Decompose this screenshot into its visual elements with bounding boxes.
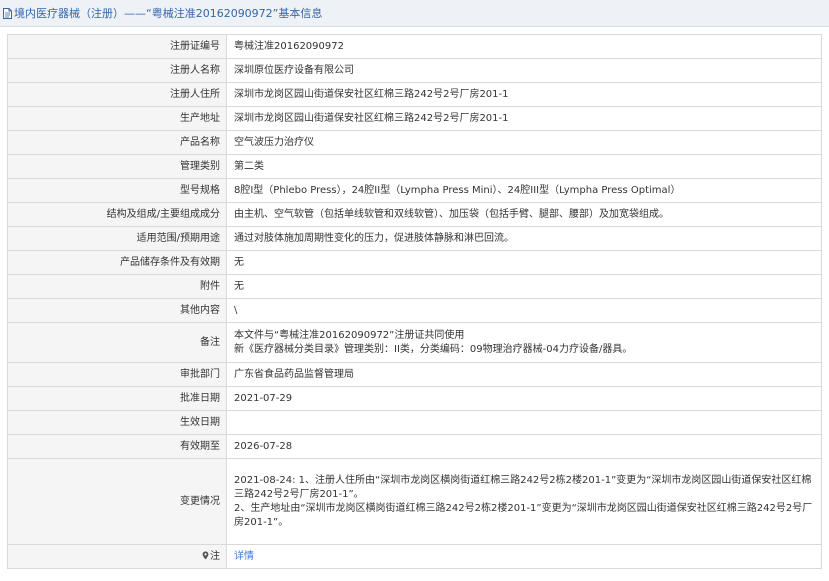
field-label: 生效日期 <box>7 410 227 435</box>
table-row: 生效日期 <box>7 410 822 435</box>
field-value-product-name: 空气波压力治疗仪 <box>226 130 822 155</box>
field-label: 附件 <box>7 274 227 299</box>
table-row: 变更情况 2021-08-24: 1、注册人住所由“深圳市龙岗区横岗街道红棉三路… <box>7 458 822 545</box>
location-pin-icon <box>202 551 209 560</box>
field-value-approval-date: 2021-07-29 <box>226 386 822 411</box>
change-entry: 2021-08-24: 1、注册人住所由“深圳市龙岗区横岗街道红棉三路242号2… <box>234 474 812 500</box>
page: 境内医疗器械（注册）——“粤械注准20162090972”基本信息 注册证编号 … <box>0 0 829 581</box>
table-row: 有效期至 2026-07-28 <box>7 434 822 459</box>
field-label: 产品储存条件及有效期 <box>7 250 227 275</box>
field-label: 有效期至 <box>7 434 227 459</box>
table-row: 产品储存条件及有效期 无 <box>7 250 822 275</box>
field-label: 变更情况 <box>7 458 227 545</box>
field-label: 适用范围/预期用途 <box>7 226 227 251</box>
detail-label-cell: 注 <box>7 544 227 569</box>
table-row: 附件 无 <box>7 274 822 299</box>
field-value-effective-date <box>226 410 822 435</box>
page-title: 境内医疗器械（注册）——“粤械注准20162090972”基本信息 <box>14 7 323 20</box>
field-label: 注册人名称 <box>7 58 227 83</box>
field-value-production-address: 深圳市龙岗区园山街道保安社区红棉三路242号2号厂房201-1 <box>226 106 822 131</box>
remarks-line: 新《医疗器械分类目录》管理类别：II类，分类编码：09物理治疗器械-04力疗设备… <box>234 343 633 355</box>
table-row: 批准日期 2021-07-29 <box>7 386 822 411</box>
field-value-category: 第二类 <box>226 154 822 179</box>
field-label: 产品名称 <box>7 130 227 155</box>
field-value-valid-until: 2026-07-28 <box>226 434 822 459</box>
field-value-structure: 由主机、空气软管（包括单线软管和双线软管）、加压袋（包括手臂、腿部、腰部）及加宽… <box>226 202 822 227</box>
field-value-registrant: 深圳原位医疗设备有限公司 <box>226 58 822 83</box>
table-row: 产品名称 空气波压力治疗仪 <box>7 130 822 155</box>
table-row: 注册人住所 深圳市龙岗区园山街道保安社区红棉三路242号2号厂房201-1 <box>7 82 822 107</box>
change-entry: 2、生产地址由“深圳市龙岗区横岗街道红棉三路242号2栋2楼201-1”变更为“… <box>234 502 813 528</box>
field-value-other: \ <box>226 298 822 323</box>
field-label: 备注 <box>7 322 227 363</box>
field-value-storage: 无 <box>226 250 822 275</box>
table-row: 其他内容 \ <box>7 298 822 323</box>
field-label: 型号规格 <box>7 178 227 203</box>
field-value-accessories: 无 <box>226 274 822 299</box>
field-label: 其他内容 <box>7 298 227 323</box>
field-label: 注册证编号 <box>7 34 227 59</box>
field-label: 管理类别 <box>7 154 227 179</box>
table-row: 备注 本文件与“粤械注准20162090972”注册证共同使用 新《医疗器械分类… <box>7 322 822 363</box>
field-value-approval-dept: 广东省食品药品监督管理局 <box>226 362 822 387</box>
table-row: 结构及组成/主要组成成分 由主机、空气软管（包括单线软管和双线软管）、加压袋（包… <box>7 202 822 227</box>
detail-cell: 详情 <box>226 544 822 569</box>
remarks-line: 本文件与“粤械注准20162090972”注册证共同使用 <box>234 329 465 341</box>
field-value-residence: 深圳市龙岗区园山街道保安社区红棉三路242号2号厂房201-1 <box>226 82 822 107</box>
field-value-reg-no: 粤械注准20162090972 <box>226 34 822 59</box>
table-row: 生产地址 深圳市龙岗区园山街道保安社区红棉三路242号2号厂房201-1 <box>7 106 822 131</box>
field-label: 审批部门 <box>7 362 227 387</box>
field-value-changes: 2021-08-24: 1、注册人住所由“深圳市龙岗区横岗街道红棉三路242号2… <box>226 458 822 545</box>
field-label: 注册人住所 <box>7 82 227 107</box>
detail-table: 注册证编号 粤械注准20162090972 注册人名称 深圳原位医疗设备有限公司… <box>7 34 822 569</box>
field-value-usage: 通过对肢体施加周期性变化的压力，促进肢体静脉和淋巴回流。 <box>226 226 822 251</box>
field-value-remarks: 本文件与“粤械注准20162090972”注册证共同使用 新《医疗器械分类目录》… <box>226 322 822 363</box>
field-label: 批准日期 <box>7 386 227 411</box>
details-link[interactable]: 详情 <box>234 551 254 562</box>
field-value-model: 8腔I型（Phlebo Press），24腔II型（Lympha Press M… <box>226 178 822 203</box>
note-label: 注 <box>210 550 220 562</box>
field-label: 生产地址 <box>7 106 227 131</box>
table-row: 注 详情 <box>7 544 822 569</box>
table-row: 管理类别 第二类 <box>7 154 822 179</box>
page-header: 境内医疗器械（注册）——“粤械注准20162090972”基本信息 <box>0 0 829 27</box>
table-row: 型号规格 8腔I型（Phlebo Press），24腔II型（Lympha Pr… <box>7 178 822 203</box>
table-row: 审批部门 广东省食品药品监督管理局 <box>7 362 822 387</box>
document-icon <box>3 7 12 19</box>
table-row: 注册人名称 深圳原位医疗设备有限公司 <box>7 58 822 83</box>
table-row: 注册证编号 粤械注准20162090972 <box>7 34 822 59</box>
field-label: 结构及组成/主要组成成分 <box>7 202 227 227</box>
table-row: 适用范围/预期用途 通过对肢体施加周期性变化的压力，促进肢体静脉和淋巴回流。 <box>7 226 822 251</box>
